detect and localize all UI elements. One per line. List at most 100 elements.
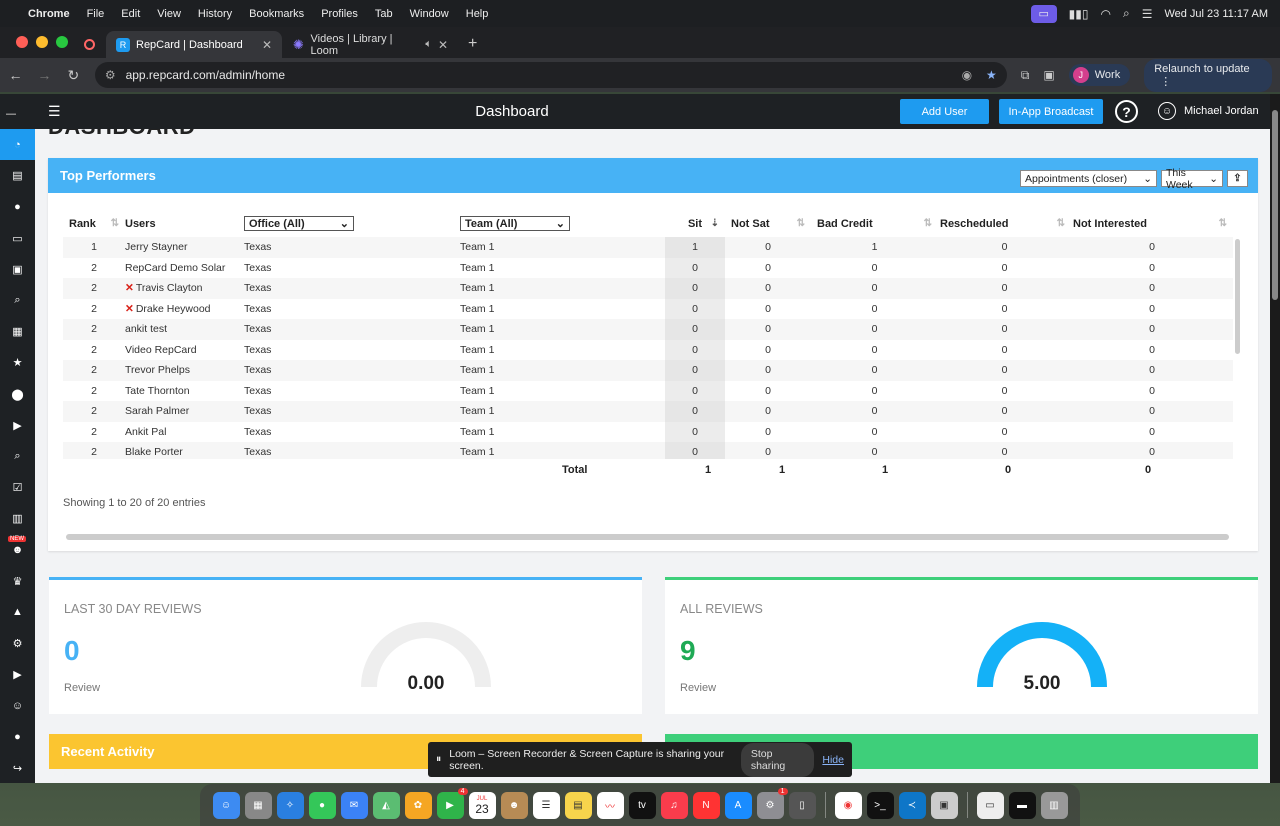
table-row[interactable]: 2 Trevor Phelps Texas Team 1 0 0 0 0 0 <box>63 360 1233 381</box>
table-row[interactable]: 2 ✕ Travis Clayton Texas Team 100000 <box>63 278 1233 299</box>
tab-repcard-dashboard[interactable]: R RepCard | Dashboard ✕ <box>106 31 282 58</box>
music-icon[interactable]: ♫ <box>660 791 688 819</box>
nav-logout[interactable]: ↪ <box>0 753 35 783</box>
launchpad-icon[interactable]: ▦ <box>244 791 272 819</box>
close-window-icon[interactable] <box>16 36 28 48</box>
back-icon[interactable]: ← <box>8 67 23 83</box>
zoom-window-icon[interactable] <box>56 36 68 48</box>
menu-bookmarks[interactable]: Bookmarks <box>249 8 304 20</box>
nav-youtube[interactable]: ▶ <box>0 659 35 690</box>
nav-tasks[interactable]: ☑ <box>0 472 35 503</box>
chrome-icon[interactable]: ◉ <box>834 791 862 819</box>
nav-search-2[interactable]: ⌕ <box>0 441 35 472</box>
trash-icon[interactable]: ▥ <box>1040 791 1068 819</box>
loom-status-icon[interactable]: ▭ <box>1030 4 1057 23</box>
column-not-sat[interactable]: Not Sat ⇅ <box>725 211 811 238</box>
stop-sharing-button[interactable]: Stop sharing <box>740 742 815 777</box>
period-select[interactable]: This Week ⌄ <box>1161 167 1223 191</box>
messages-icon[interactable]: ● <box>308 791 336 819</box>
office-filter-select[interactable]: Office (All) ⌄ <box>244 216 354 232</box>
scroll-thumb[interactable] <box>1235 239 1240 354</box>
column-sit[interactable]: Sit ⇣ <box>665 211 725 238</box>
new-tab-button[interactable]: + <box>458 35 487 58</box>
tab-recording[interactable] <box>80 31 106 58</box>
iphone-mirroring-icon[interactable]: ▯ <box>788 791 816 819</box>
table-horizontal-scrollbar[interactable] <box>66 534 1229 540</box>
minimize-window-icon[interactable] <box>36 36 48 48</box>
menu-app-name[interactable]: Chrome <box>28 8 70 20</box>
forward-icon[interactable]: → <box>37 67 52 83</box>
table-row[interactable]: 2 Blake Porter Texas Team 1 0 0 0 0 0 <box>63 442 1233 459</box>
nav-map[interactable]: ⬤ <box>0 379 35 410</box>
close-tab-icon[interactable]: ✕ <box>438 38 448 52</box>
close-tab-icon[interactable]: ✕ <box>262 38 272 52</box>
table-row[interactable]: 1 Jerry Stayner Texas Team 1 1 0 1 0 0 <box>63 237 1233 258</box>
safari-icon[interactable]: ✧ <box>276 791 304 819</box>
table-row[interactable]: 2 Video RepCard Texas Team 1 0 0 0 0 0 <box>63 339 1233 360</box>
nav-id-card[interactable]: ▭ <box>0 223 35 254</box>
menu-tab[interactable]: Tab <box>375 8 393 20</box>
reload-icon[interactable]: ↻ <box>66 67 81 84</box>
bookmark-star-icon[interactable]: ★ <box>986 68 997 82</box>
profile-button[interactable]: J Work <box>1068 64 1131 86</box>
pause-icon[interactable]: ⏸ <box>436 753 441 766</box>
menubar-clock[interactable]: Wed Jul 23 11:17 AM <box>1164 8 1268 20</box>
terminal-icon[interactable]: >_ <box>866 791 894 819</box>
user-menu[interactable]: ☺ Michael Jordan <box>1158 102 1259 120</box>
minimized-window-icon[interactable]: ▭ <box>976 791 1004 819</box>
notes-icon[interactable]: ▤ <box>564 791 592 819</box>
nav-favorites[interactable]: ★ <box>0 347 35 378</box>
extensions-icon[interactable]: ⧉ <box>1021 68 1030 83</box>
nav-documents[interactable]: ▤ <box>0 160 35 191</box>
page-scroll-thumb[interactable] <box>1272 110 1278 300</box>
performers-table-body[interactable]: 1 Jerry Stayner Texas Team 1 1 0 1 0 0 2 RepCard D… <box>63 237 1233 459</box>
column-rank[interactable]: Rank ⇅ <box>63 211 125 238</box>
help-icon[interactable]: ? <box>1115 100 1138 123</box>
tab-loom-library[interactable]: ✺ Videos | Library | Loom 🔈︎ ✕ <box>282 31 458 58</box>
maps-icon[interactable]: ◭ <box>372 791 400 819</box>
calendar-icon[interactable]: JUL 23 <box>468 791 496 819</box>
metric-select[interactable]: Appointments (closer) ⌄ <box>1020 170 1157 187</box>
table-row[interactable]: 2 ankit test Texas Team 1 0 0 0 0 0 <box>63 319 1233 340</box>
tab-search-icon[interactable]: ▣ <box>1043 68 1054 82</box>
reminders-icon[interactable]: ☰ <box>532 791 560 819</box>
nav-calendar[interactable]: ▦ <box>0 316 35 347</box>
menu-file[interactable]: File <box>87 8 105 20</box>
column-bad-credit[interactable]: Bad Credit ⇅ <box>811 211 938 238</box>
nav-teams[interactable]: NEW ☻ <box>0 534 35 565</box>
menu-help[interactable]: Help <box>466 8 489 20</box>
battery-icon[interactable]: ▮▮▯ <box>1069 7 1089 21</box>
eye-off-icon[interactable]: ◉ <box>962 68 972 82</box>
vscode-icon[interactable]: ≺ <box>898 791 926 819</box>
add-user-button[interactable]: Add User <box>900 99 989 124</box>
apple-tv-icon[interactable]: tv <box>628 791 656 819</box>
app-store-icon[interactable]: A <box>724 791 752 819</box>
menu-view[interactable]: View <box>157 8 181 20</box>
table-row[interactable]: 2 Tate Thornton Texas Team 1 0 0 0 0 0 <box>63 380 1233 401</box>
mail-icon[interactable]: ✉ <box>340 791 368 819</box>
nav-messages[interactable]: ● <box>0 722 35 753</box>
address-bar[interactable]: ⚙ app.repcard.com/admin/home ◉ ★ <box>94 62 1007 88</box>
table-vertical-scrollbar[interactable] <box>1235 239 1241 459</box>
relaunch-button[interactable]: Relaunch to update ⋮ <box>1144 58 1272 92</box>
menu-edit[interactable]: Edit <box>121 8 140 20</box>
kebab-menu-icon[interactable]: ⋮ <box>1160 76 1171 88</box>
nav-layout[interactable]: ▥ <box>0 503 35 534</box>
nav-chat[interactable]: ● <box>0 191 35 222</box>
minimized-window-icon[interactable]: ▬ <box>1008 791 1036 819</box>
finder-icon[interactable]: ☺ <box>212 791 240 819</box>
nav-contacts[interactable]: ▣ <box>0 254 35 285</box>
team-filter-select[interactable]: Team (All) ⌄ <box>460 216 570 232</box>
nav-search[interactable]: ⌕ <box>0 285 35 316</box>
control-center-icon[interactable]: ☰ <box>1142 7 1153 21</box>
nav-settings[interactable]: ⚙ <box>0 628 35 659</box>
nav-video[interactable]: ▶ <box>0 410 35 441</box>
photos-icon[interactable]: ✿ <box>404 791 432 819</box>
hide-link[interactable]: Hide <box>822 754 844 766</box>
news-icon[interactable]: N <box>692 791 720 819</box>
speaker-icon[interactable]: 🔈︎ <box>425 38 432 51</box>
column-users[interactable]: Users <box>125 211 244 238</box>
nav-dashboard[interactable]: ◔ <box>0 129 35 161</box>
table-row[interactable]: 2 Ankit Pal Texas Team 1 0 0 0 0 0 <box>63 421 1233 442</box>
site-info-icon[interactable]: ⚙ <box>105 68 116 82</box>
